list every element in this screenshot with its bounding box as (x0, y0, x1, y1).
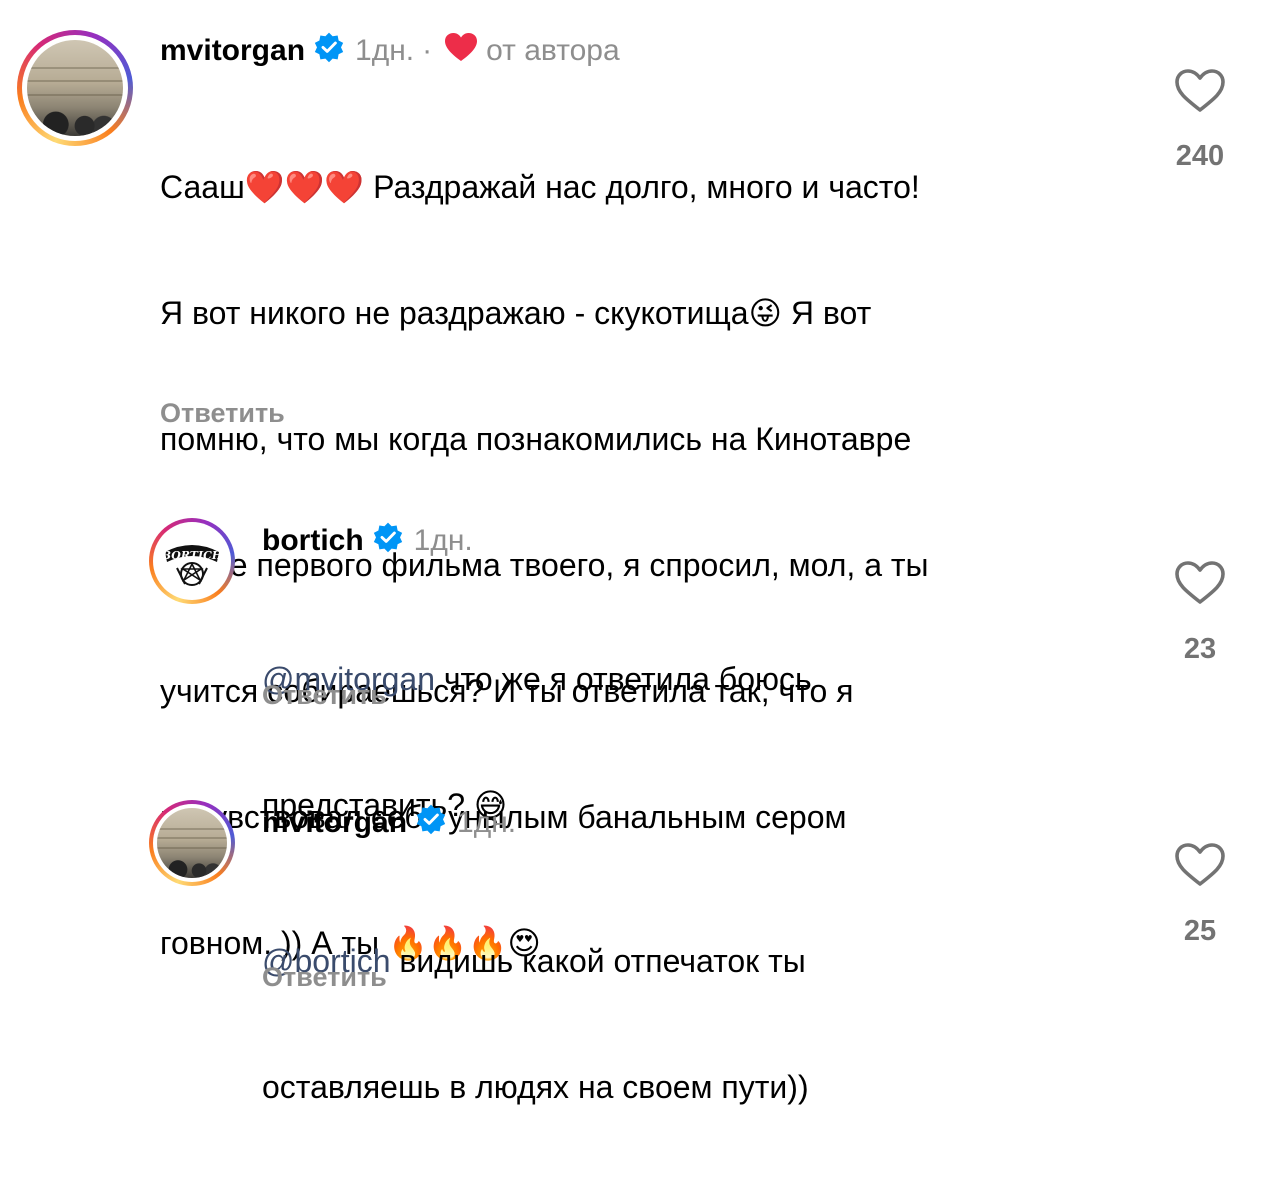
username[interactable]: bortich (262, 524, 364, 558)
timestamp: 1дн. (457, 806, 517, 839)
comment-line: помню, что мы когда познакомились на Кин… (160, 421, 912, 457)
like-heart-icon[interactable] (1174, 68, 1226, 119)
comment-1: mvitorgan 1дн. · от автора Сааш❤️❤️❤️ Ра… (0, 0, 1284, 961)
comment-header: mvitorgan 1дн. · от автора (160, 30, 620, 72)
comment-line: видишь какой отпечаток ты (390, 943, 806, 979)
like-count: 23 (1183, 633, 1217, 665)
comment-line: что же я ответила боюсь (434, 661, 812, 697)
like-count: 240 (1175, 140, 1225, 172)
verified-badge-icon (372, 521, 404, 561)
avatar[interactable] (17, 30, 133, 146)
comment-header: bortich 1дн. (262, 520, 473, 562)
reply-button[interactable]: Ответить (262, 962, 387, 993)
avatar[interactable]: BORTICH (149, 518, 235, 604)
separator-dot: · (422, 34, 433, 67)
username[interactable]: mvitorgan (262, 806, 407, 840)
avatar[interactable] (149, 800, 235, 886)
bortich-logo-icon: BORTICH (161, 545, 223, 586)
avatar-photo (157, 808, 227, 878)
author-label: от автора (486, 34, 620, 67)
avatar-logo-text: BORTICH (161, 549, 223, 562)
comment-line: Сааш❤️❤️❤️ Раздражай нас долго, много и … (160, 169, 920, 205)
timestamp: 1дн. (355, 34, 415, 67)
timestamp: 1дн. (413, 524, 473, 557)
like-heart-icon[interactable] (1174, 842, 1226, 893)
reply-button[interactable]: Ответить (262, 680, 387, 711)
avatar-logo: BORTICH (153, 522, 231, 600)
comment-line: Я вот никого не раздражаю - скукотища😜 Я… (160, 295, 872, 331)
reply-button[interactable]: Ответить (160, 398, 285, 429)
username[interactable]: mvitorgan (160, 34, 305, 68)
comment-header: mvitorgan 1дн. (262, 802, 516, 844)
verified-badge-icon (313, 31, 345, 71)
comment-text: @bortich видишь какой отпечаток ты остав… (262, 856, 1142, 1192)
like-heart-icon[interactable] (1174, 560, 1226, 611)
author-heart-icon (444, 32, 478, 70)
comment-3: mvitorgan 1дн. @bortich видишь какой отп… (0, 0, 1284, 1105)
comment-line: оставляешь в людях на своем пути)) (262, 1069, 809, 1105)
avatar-photo (27, 40, 123, 136)
like-count: 25 (1183, 915, 1217, 947)
verified-badge-icon (415, 803, 447, 843)
